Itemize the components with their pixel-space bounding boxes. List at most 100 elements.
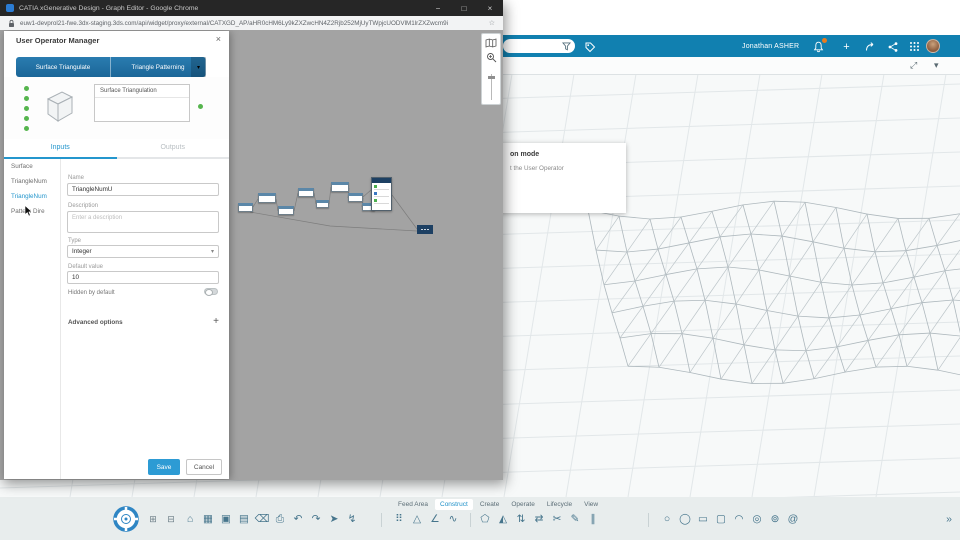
share-icon[interactable] <box>863 40 876 53</box>
hidden-by-default-toggle[interactable] <box>204 288 218 296</box>
graph-nav-toolbar <box>481 33 501 105</box>
minimize-button[interactable]: − <box>433 4 443 13</box>
input-port-dot <box>24 96 29 101</box>
mirror-icon[interactable]: ◭ <box>496 512 510 527</box>
hatch-icon[interactable]: ∥ <box>586 512 600 527</box>
close-button[interactable]: × <box>485 4 495 13</box>
home-icon[interactable]: ⌂ <box>183 512 197 527</box>
param-trianglenum-u[interactable]: TriangleNum <box>4 189 60 204</box>
circle-icon[interactable]: ○ <box>660 512 674 527</box>
more-tools-icon[interactable]: » <box>942 512 956 527</box>
operator-tab-surface-triangulate[interactable]: Surface Triangulate <box>16 57 111 77</box>
layers-toggle-icon[interactable]: ⊟ <box>164 512 178 527</box>
community-icon[interactable] <box>886 40 899 53</box>
operator-preview: Surface Triangulation <box>4 77 229 139</box>
section-create[interactable]: Create <box>475 499 505 510</box>
notifications-bell-icon[interactable] <box>812 38 827 53</box>
popup-body: t the User Operator <box>510 165 564 172</box>
trim-icon[interactable]: ✂ <box>550 512 564 527</box>
apps-grid-icon[interactable] <box>908 40 921 53</box>
target-icon[interactable]: ◎ <box>750 512 764 527</box>
chrome-addressbar[interactable]: euw1-devprol21-fwe.3dx-staging.3ds.com/a… <box>0 16 503 31</box>
tab-inputs[interactable]: Inputs <box>4 139 117 159</box>
panel-toggle-icon[interactable]: ⊞ <box>146 512 160 527</box>
tag-icon[interactable] <box>583 40 596 53</box>
name-input[interactable] <box>67 183 219 196</box>
print-icon[interactable]: ⎙ <box>273 512 287 527</box>
user-avatar[interactable] <box>926 39 940 53</box>
update-icon[interactable]: ↯ <box>345 512 359 527</box>
toolbar-view-group: ⠿ △ ∠ ∿ <box>392 512 460 527</box>
section-construct[interactable]: Construct <box>435 499 473 510</box>
graph-node[interactable] <box>258 193 276 203</box>
save-icon[interactable]: ▣ <box>219 512 233 527</box>
triangle-icon[interactable]: △ <box>410 512 424 527</box>
chevron-down-icon: ▾ <box>210 249 214 255</box>
rounded-rect-icon[interactable]: ▢ <box>714 512 728 527</box>
save-button[interactable]: Save <box>148 459 180 475</box>
graph-node[interactable] <box>278 206 294 215</box>
input-port-dot <box>24 86 29 91</box>
dialog-close-icon[interactable]: × <box>216 34 221 44</box>
ellipse-icon[interactable]: ◯ <box>678 512 692 527</box>
graph-node-collapsed[interactable] <box>417 225 433 234</box>
spiral-icon[interactable]: @ <box>786 512 800 527</box>
polyline-icon[interactable]: ∠ <box>428 512 442 527</box>
tab-outputs[interactable]: Outputs <box>116 139 229 159</box>
curve-icon[interactable]: ∿ <box>446 512 460 527</box>
notification-badge <box>822 38 827 43</box>
cancel-button[interactable]: Cancel <box>186 459 222 475</box>
section-view[interactable]: View <box>579 499 603 510</box>
toolbar-corner-group: » <box>942 512 956 527</box>
grid-dots-icon[interactable]: ⠿ <box>392 512 406 527</box>
default-value-label: Default value <box>68 264 104 270</box>
3dexperience-compass[interactable] <box>112 505 140 533</box>
graph-node[interactable] <box>298 188 314 197</box>
description-input[interactable] <box>67 211 219 233</box>
toolbar-create-group: ○ ◯ ▭ ▢ ◠ ◎ ⊚ @ <box>660 512 800 527</box>
rings-icon[interactable]: ⊚ <box>768 512 782 527</box>
graph-node-detailed[interactable] <box>371 177 392 211</box>
advanced-options-add-icon[interactable]: + <box>213 316 219 327</box>
section-lifecycle[interactable]: Lifecycle <box>542 499 577 510</box>
hidden-by-default-label: Hidden by default <box>68 290 115 296</box>
graph-node[interactable] <box>316 200 329 208</box>
zoom-icon[interactable] <box>482 52 500 63</box>
graph-node[interactable] <box>238 203 253 212</box>
maximize-button[interactable]: □ <box>459 4 469 13</box>
redo-icon[interactable]: ↷ <box>309 512 323 527</box>
toolbar-divider <box>470 513 471 527</box>
map-overview-icon[interactable] <box>482 38 500 48</box>
filter-funnel-icon[interactable] <box>562 41 571 51</box>
operator-dropdown-caret[interactable]: ▾ <box>191 57 206 77</box>
open-icon[interactable]: ▤ <box>237 512 251 527</box>
bookmark-star-icon[interactable]: ☆ <box>489 19 495 27</box>
exchange-icon[interactable]: ⇄ <box>532 512 546 527</box>
rectangle-icon[interactable]: ▭ <box>696 512 710 527</box>
content-icon[interactable]: ▦ <box>201 512 215 527</box>
param-surface[interactable]: Surface <box>4 159 60 174</box>
section-feed-area[interactable]: Feed Area <box>393 499 433 510</box>
search-bar[interactable] <box>503 39 575 53</box>
sketch-icon[interactable]: ✎ <box>568 512 582 527</box>
undo-icon[interactable]: ↶ <box>291 512 305 527</box>
graph-node[interactable] <box>331 182 349 192</box>
select-icon[interactable]: ➤ <box>327 512 341 527</box>
user-name[interactable]: Jonathan ASHER <box>742 35 799 57</box>
chrome-titlebar[interactable]: CATIA xGenerative Design - Graph Editor … <box>0 0 503 16</box>
input-port-dot <box>24 116 29 121</box>
zoom-slider-handle[interactable] <box>488 76 495 79</box>
collapse-bar-icon[interactable]: ▾ <box>934 60 939 71</box>
type-select[interactable]: Integer ▾ <box>67 245 219 258</box>
arc-icon[interactable]: ◠ <box>732 512 746 527</box>
pentagon-icon[interactable]: ⬠ <box>478 512 492 527</box>
section-operate[interactable]: Operate <box>506 499 540 510</box>
add-icon[interactable]: + <box>840 40 853 53</box>
expand-viewport-icon[interactable]: ⤢ <box>910 60 917 71</box>
swap-icon[interactable]: ⇅ <box>514 512 528 527</box>
graph-node[interactable] <box>348 193 363 202</box>
delete-icon[interactable]: ⌫ <box>255 512 270 527</box>
default-value-input[interactable] <box>67 271 219 284</box>
param-trianglenum-v[interactable]: TriangleNum <box>4 174 60 189</box>
graph-editor-canvas[interactable]: User Operator Manager × Surface Triangul… <box>0 30 503 480</box>
